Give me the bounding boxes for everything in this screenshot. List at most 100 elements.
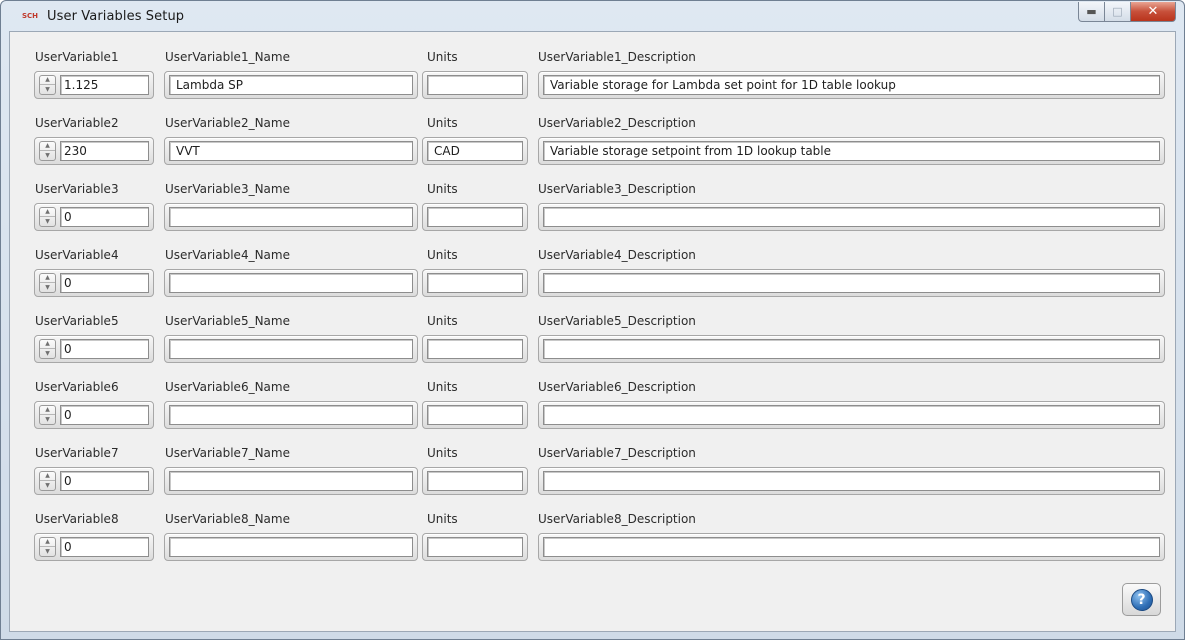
uservariable8-value-input[interactable]: 0 — [60, 537, 149, 557]
uservariable7-description-label: UserVariable7_Description — [538, 446, 696, 460]
uservariable3-numeric-control: ▲ ▼ 0 — [34, 203, 154, 231]
uservariable2-name-input-frame: VVT — [164, 137, 418, 165]
uservariable8-numeric-control: ▲ ▼ 0 — [34, 533, 154, 561]
uservariable7-description-input[interactable] — [543, 471, 1160, 491]
uservariable7-units-input[interactable] — [427, 471, 523, 491]
front-panel: ? UserVariable1 UserVariable1_Name Units Us… — [9, 31, 1176, 632]
minimize-icon: ▬ — [1086, 5, 1097, 18]
spin-down-arrow-icon[interactable]: ▼ — [40, 481, 55, 490]
uservariable2-name-input[interactable]: VVT — [169, 141, 413, 161]
uservariable3-description-input-frame — [538, 203, 1165, 231]
uservariable1-name-input-frame: Lambda SP — [164, 71, 418, 99]
uservariable1-numeric-control: ▲ ▼ 1.125 — [34, 71, 154, 99]
spin-up-arrow-icon[interactable]: ▲ — [40, 406, 55, 415]
increment-decrement-spinner[interactable]: ▲ ▼ — [39, 207, 56, 227]
uservariable3-value-input[interactable]: 0 — [60, 207, 149, 227]
uservariable3-label: UserVariable3 — [35, 182, 119, 196]
uservariable5-label: UserVariable5 — [35, 314, 119, 328]
uservariable8-description-input[interactable] — [543, 537, 1160, 557]
increment-decrement-spinner[interactable]: ▲ ▼ — [39, 273, 56, 293]
spin-down-arrow-icon[interactable]: ▼ — [40, 415, 55, 424]
increment-decrement-spinner[interactable]: ▲ ▼ — [39, 471, 56, 491]
uservariable3-units-input-frame — [422, 203, 528, 231]
uservariable5-name-input[interactable] — [169, 339, 413, 359]
minimize-button[interactable]: ▬ — [1078, 2, 1105, 22]
uservariable1-units-input[interactable] — [427, 75, 523, 95]
help-button[interactable]: ? — [1122, 583, 1161, 616]
uservariable8-units-input-frame — [422, 533, 528, 561]
maximize-button[interactable]: □ — [1105, 2, 1131, 22]
uservariable8-units-input[interactable] — [427, 537, 523, 557]
uservariable6-numeric-control: ▲ ▼ 0 — [34, 401, 154, 429]
uservariable2-units-label: Units — [427, 116, 458, 130]
spin-up-arrow-icon[interactable]: ▲ — [40, 208, 55, 217]
uservariable5-units-input[interactable] — [427, 339, 523, 359]
uservariable1-value-input[interactable]: 1.125 — [60, 75, 149, 95]
uservariable6-units-label: Units — [427, 380, 458, 394]
uservariable2-units-input[interactable]: CAD — [427, 141, 523, 161]
uservariable8-name-input[interactable] — [169, 537, 413, 557]
uservariable8-description-input-frame — [538, 533, 1165, 561]
increment-decrement-spinner[interactable]: ▲ ▼ — [39, 537, 56, 557]
uservariable1-description-input[interactable]: Variable storage for Lambda set point fo… — [543, 75, 1160, 95]
spin-up-arrow-icon[interactable]: ▲ — [40, 472, 55, 481]
spin-up-arrow-icon[interactable]: ▲ — [40, 76, 55, 85]
uservariable6-value-input[interactable]: 0 — [60, 405, 149, 425]
title-bar[interactable]: SCH User Variables Setup — [1, 1, 1184, 31]
spin-down-arrow-icon[interactable]: ▼ — [40, 85, 55, 94]
uservariable4-name-label: UserVariable4_Name — [165, 248, 290, 262]
increment-decrement-spinner[interactable]: ▲ ▼ — [39, 141, 56, 161]
spin-up-arrow-icon[interactable]: ▲ — [40, 274, 55, 283]
uservariable4-description-label: UserVariable4_Description — [538, 248, 696, 262]
uservariable2-description-input[interactable]: Variable storage setpoint from 1D lookup… — [543, 141, 1160, 161]
uservariable4-value-input[interactable]: 0 — [60, 273, 149, 293]
uservariable4-units-input[interactable] — [427, 273, 523, 293]
uservariable6-units-input[interactable] — [427, 405, 523, 425]
increment-decrement-spinner[interactable]: ▲ ▼ — [39, 339, 56, 359]
spin-down-arrow-icon[interactable]: ▼ — [40, 217, 55, 226]
uservariable6-name-input[interactable] — [169, 405, 413, 425]
uservariable7-numeric-control: ▲ ▼ 0 — [34, 467, 154, 495]
uservariable5-units-label: Units — [427, 314, 458, 328]
uservariable5-name-label: UserVariable5_Name — [165, 314, 290, 328]
spin-down-arrow-icon[interactable]: ▼ — [40, 283, 55, 292]
uservariable4-description-input[interactable] — [543, 273, 1160, 293]
uservariable5-value-input[interactable]: 0 — [60, 339, 149, 359]
help-icon: ? — [1130, 588, 1153, 611]
spin-down-arrow-icon[interactable]: ▼ — [40, 547, 55, 556]
uservariable2-value-input[interactable]: 230 — [60, 141, 149, 161]
spin-down-arrow-icon[interactable]: ▼ — [40, 349, 55, 358]
uservariable7-name-label: UserVariable7_Name — [165, 446, 290, 460]
spin-down-arrow-icon[interactable]: ▼ — [40, 151, 55, 160]
uservariable4-name-input[interactable] — [169, 273, 413, 293]
spin-up-arrow-icon[interactable]: ▲ — [40, 538, 55, 547]
uservariable2-units-input-frame: CAD — [422, 137, 528, 165]
uservariable3-name-input-frame — [164, 203, 418, 231]
increment-decrement-spinner[interactable]: ▲ ▼ — [39, 405, 56, 425]
uservariable2-name-label: UserVariable2_Name — [165, 116, 290, 130]
uservariable4-description-input-frame — [538, 269, 1165, 297]
uservariable4-units-label: Units — [427, 248, 458, 262]
uservariable5-units-input-frame — [422, 335, 528, 363]
uservariable5-name-input-frame — [164, 335, 418, 363]
spin-up-arrow-icon[interactable]: ▲ — [40, 340, 55, 349]
uservariable3-name-label: UserVariable3_Name — [165, 182, 290, 196]
uservariable3-name-input[interactable] — [169, 207, 413, 227]
app-window: SCH User Variables Setup ▬ □ ✕ ? UserVar… — [0, 0, 1185, 640]
uservariable1-name-input[interactable]: Lambda SP — [169, 75, 413, 95]
uservariable7-description-input-frame — [538, 467, 1165, 495]
uservariable7-value-input[interactable]: 0 — [60, 471, 149, 491]
uservariable6-label: UserVariable6 — [35, 380, 119, 394]
uservariable5-description-input[interactable] — [543, 339, 1160, 359]
uservariable3-units-input[interactable] — [427, 207, 523, 227]
uservariable5-numeric-control: ▲ ▼ 0 — [34, 335, 154, 363]
uservariable1-units-label: Units — [427, 50, 458, 64]
uservariable4-name-input-frame — [164, 269, 418, 297]
increment-decrement-spinner[interactable]: ▲ ▼ — [39, 75, 56, 95]
spin-up-arrow-icon[interactable]: ▲ — [40, 142, 55, 151]
uservariable2-label: UserVariable2 — [35, 116, 119, 130]
uservariable3-description-input[interactable] — [543, 207, 1160, 227]
uservariable7-name-input[interactable] — [169, 471, 413, 491]
uservariable6-description-input[interactable] — [543, 405, 1160, 425]
close-button[interactable]: ✕ — [1131, 2, 1176, 22]
